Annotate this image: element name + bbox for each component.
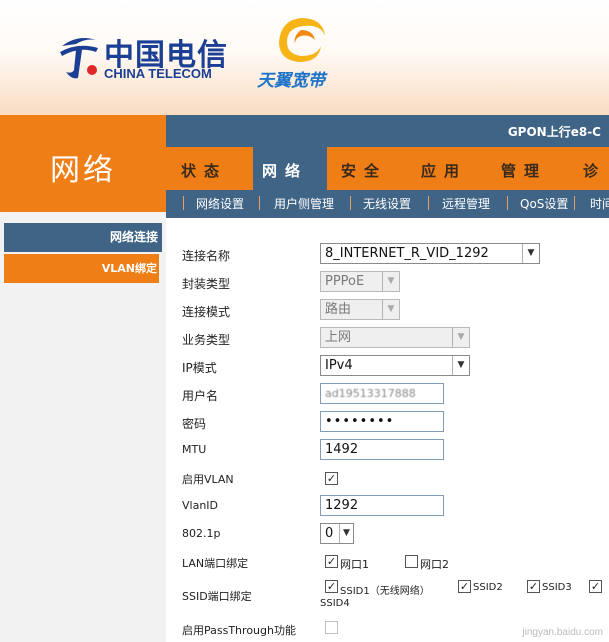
subnav-divider — [350, 196, 351, 210]
watermark: jingyan.baidu.com — [522, 627, 603, 638]
lan2-checkbox[interactable] — [405, 555, 418, 568]
section-title-text: 网络 — [50, 153, 116, 188]
lan-bind-label: LAN端口绑定 — [182, 557, 249, 570]
ssid2-label: SSID2 — [473, 582, 503, 593]
lan1-checkbox[interactable]: ✓ — [325, 555, 338, 568]
encap-label: 封装类型 — [182, 277, 231, 291]
subtab-user-side[interactable]: 用户侧管理 — [274, 195, 334, 212]
china-telecom-emblem-icon — [60, 38, 98, 79]
ipmode-value: IPv4 — [325, 358, 353, 373]
sidebar-item-vlan-binding[interactable]: VLAN绑定 — [4, 254, 159, 283]
username-field[interactable]: ad19513317888 — [320, 383, 444, 404]
encap-select[interactable]: PPPoE ▼ — [320, 271, 400, 292]
username-value: ad19513317888 — [325, 387, 416, 400]
lan1-label: 网口1 — [340, 558, 369, 571]
ipmode-select[interactable]: IPv4 ▼ — [320, 355, 470, 376]
ssid3-checkbox[interactable]: ✓ — [527, 580, 540, 593]
password-label: 密码 — [182, 417, 207, 431]
mode-select[interactable]: 路由 ▼ — [320, 299, 400, 320]
header-banner: 中国电信 CHINA TELECOM 天翼宽带 — [0, 0, 609, 115]
p8021-value: 0 — [325, 526, 334, 541]
subnav-divider — [507, 196, 508, 210]
subnav-divider — [428, 196, 429, 210]
tab-management[interactable]: 管理 — [501, 160, 547, 181]
subtab-network-settings[interactable]: 网络设置 — [196, 195, 244, 212]
mode-value: 路由 — [325, 302, 352, 317]
ssid4-label: SSID4 — [320, 598, 350, 609]
china-telecom-logo: 中国电信 CHINA TELECOM — [52, 28, 232, 84]
tab-application[interactable]: 应用 — [421, 160, 467, 181]
chevron-down-icon: ▼ — [452, 356, 469, 375]
mtu-value: 1492 — [325, 442, 359, 457]
lan2-label: 网口2 — [420, 558, 449, 571]
subtab-time[interactable]: 时间 — [590, 195, 609, 212]
passthrough-label: 启用PassThrough功能 — [182, 624, 296, 637]
tab-status[interactable]: 状态 — [181, 160, 227, 181]
tab-network[interactable]: 网络 — [253, 147, 327, 190]
sub-nav: 网络设置 用户侧管理 无线设置 远程管理 QoS设置 时间 — [166, 190, 609, 218]
sidebar-item-network-connection[interactable]: 网络连接 — [4, 223, 162, 252]
router-admin-page: 中国电信 CHINA TELECOM 天翼宽带 网络 网络连接 VLAN绑定 G… — [0, 0, 609, 642]
ssid4-checkbox[interactable]: ✓ — [589, 580, 602, 593]
vlanid-label: VlanID — [182, 499, 219, 512]
vlanid-field[interactable]: 1292 — [320, 495, 444, 516]
passthrough-checkbox[interactable] — [325, 621, 338, 634]
device-bar: GPON上行e8-C — [166, 115, 609, 147]
brand-en: CHINA TELECOM — [104, 66, 212, 81]
mtu-label: MTU — [182, 443, 207, 456]
subtab-wireless[interactable]: 无线设置 — [363, 195, 411, 212]
device-model: GPON上行e8-C — [507, 125, 601, 139]
tianyi-swirl-icon — [279, 18, 325, 62]
chevron-down-icon: ▼ — [452, 328, 469, 347]
mtu-field[interactable]: 1492 — [320, 439, 444, 460]
subnav-divider — [183, 196, 184, 210]
tab-security[interactable]: 安全 — [341, 160, 387, 181]
subtab-qos[interactable]: QoS设置 — [520, 195, 568, 212]
vlanid-value: 1292 — [325, 498, 359, 513]
chevron-down-icon: ▼ — [382, 272, 399, 291]
subnav-divider — [259, 196, 260, 210]
service-value: 上网 — [325, 330, 352, 345]
chevron-down-icon: ▼ — [339, 524, 353, 543]
ipmode-label: IP模式 — [182, 361, 217, 375]
tianyi-text: 天翼宽带 — [257, 71, 325, 91]
username-label: 用户名 — [182, 389, 219, 403]
chevron-down-icon: ▼ — [522, 244, 539, 263]
conn-name-select[interactable]: 8_INTERNET_R_VID_1292 ▼ — [320, 243, 540, 264]
ssid1-label: SSID1（无线网络） — [340, 586, 430, 597]
mode-label: 连接模式 — [182, 305, 231, 319]
p8021-select[interactable]: 0 ▼ — [320, 523, 354, 544]
tab-diagnostics[interactable]: 诊 — [583, 160, 606, 181]
chevron-down-icon: ▼ — [382, 300, 399, 319]
section-title: 网络 — [0, 115, 166, 212]
encap-value: PPPoE — [325, 274, 365, 289]
subtab-remote[interactable]: 远程管理 — [442, 195, 490, 212]
ssid1-checkbox[interactable]: ✓ — [325, 580, 338, 593]
password-value: •••••••• — [325, 414, 395, 429]
conn-name-value: 8_INTERNET_R_VID_1292 — [325, 246, 489, 261]
tianyi-logo: 天翼宽带 — [257, 14, 342, 91]
service-select[interactable]: 上网 ▼ — [320, 327, 470, 348]
p8021-label: 802.1p — [182, 527, 221, 540]
conn-name-label: 连接名称 — [182, 249, 231, 263]
password-field[interactable]: •••••••• — [320, 411, 444, 432]
vlan-enable-label: 启用VLAN — [182, 473, 234, 486]
main-nav: 状态 网络 安全 应用 管理 诊 — [166, 147, 609, 190]
service-label: 业务类型 — [182, 333, 231, 347]
ssid2-checkbox[interactable]: ✓ — [458, 580, 471, 593]
ssid3-label: SSID3 — [542, 582, 572, 593]
vlan-enable-checkbox[interactable]: ✓ — [325, 472, 338, 485]
subnav-divider — [574, 196, 575, 210]
ssid-bind-label: SSID端口绑定 — [182, 590, 252, 603]
